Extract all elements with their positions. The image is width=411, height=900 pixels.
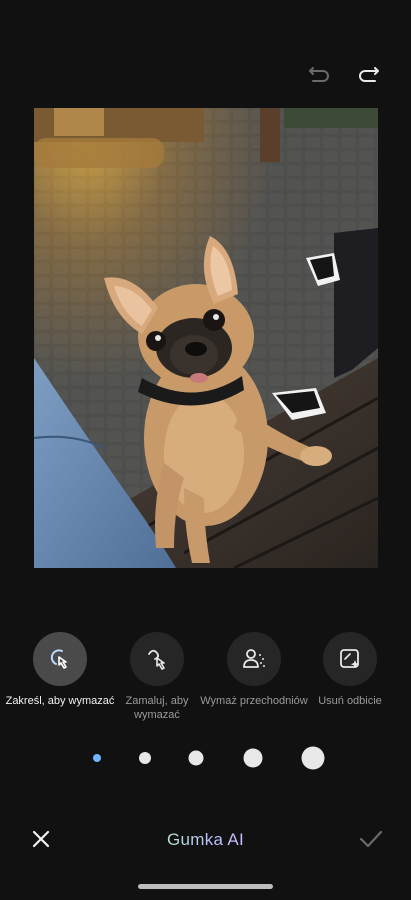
brush-size-1[interactable] [93,754,101,762]
redo-button[interactable] [354,60,388,94]
tool-label: Zamaluj, aby wymazać [125,695,189,721]
confirm-button[interactable] [354,822,388,856]
tool-circle-to-erase[interactable]: Zakreśl, aby wymazać [6,632,114,708]
tool-circle-bg [130,632,184,686]
undo-button[interactable] [300,60,334,94]
french-bulldog-photo [34,108,378,568]
top-toolbar [0,60,411,94]
brush-size-2[interactable] [139,752,151,764]
tool-remove-reflection[interactable]: Usuń odbicie [300,632,400,708]
bottom-bar: Gumka AI [0,820,411,860]
brush-size-5[interactable] [301,746,325,770]
reflection-remove-icon [340,649,360,669]
tool-label: Usuń odbicie [318,695,382,707]
photo-canvas[interactable] [34,108,378,568]
brush-erase-icon [148,649,165,670]
screen-title: Gumka AI [0,830,411,850]
tool-label: Zakreśl, aby wymazać [5,695,115,707]
brush-size-3[interactable] [188,750,204,766]
tool-erase-passersby[interactable]: Wymaż przechodniów [200,632,308,708]
undo-icon [309,67,329,82]
eraser-tools: Zakreśl, aby wymazać Zamaluj, aby wymaza… [0,632,411,732]
screen-title-text: Gumka AI [166,830,245,849]
people-erase-icon [243,649,265,668]
circle-select-icon [50,649,67,669]
tool-circle-bg [323,632,377,686]
tool-paint-to-erase[interactable]: Zamaluj, aby wymazać [107,632,207,722]
home-indicator[interactable] [138,884,273,889]
brush-size-selector [0,742,411,774]
brush-size-4[interactable] [243,748,263,768]
check-icon [359,830,383,848]
redo-icon [359,67,379,82]
tool-circle-bg [227,632,281,686]
tool-label: Wymaż przechodniów [200,695,308,707]
tool-circle-bg [33,632,87,686]
